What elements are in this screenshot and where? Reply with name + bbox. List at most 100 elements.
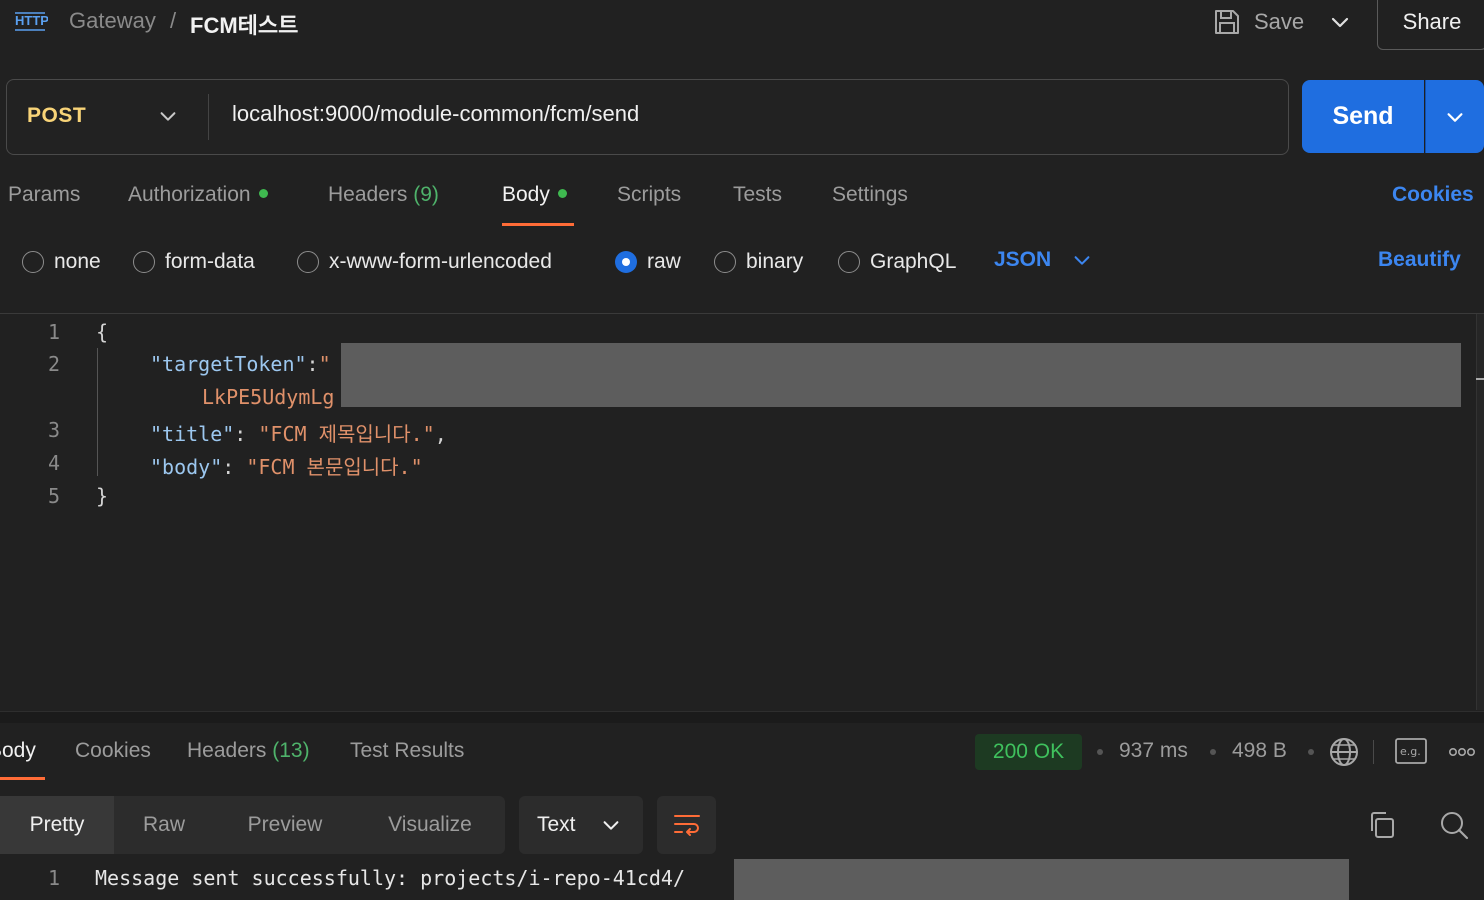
code-line-body: "body": "FCM 본문입니다." (150, 455, 423, 479)
redacted-block (341, 343, 1461, 407)
tab-authorization[interactable]: Authorization (128, 183, 268, 207)
wrap-lines-button[interactable] (657, 796, 716, 854)
method-select[interactable]: POST (7, 80, 207, 153)
example-icon[interactable]: e.g. (1395, 738, 1427, 764)
beautify-button[interactable]: Beautify (1378, 248, 1461, 272)
search-icon[interactable] (1439, 810, 1469, 840)
chevron-down-icon (1074, 256, 1090, 265)
save-options-chevron-icon[interactable] (1328, 10, 1352, 34)
code-line-title: "title": "FCM 제목입니다.", (150, 422, 447, 446)
active-tab-indicator (0, 777, 45, 780)
radio-label: GraphQL (870, 250, 957, 273)
save-button[interactable]: Save (1212, 4, 1304, 40)
response-body-text[interactable]: Message sent successfully: projects/i-re… (95, 866, 685, 890)
tab-tests[interactable]: Tests (733, 183, 782, 207)
pane-splitter[interactable] (0, 711, 1484, 723)
chevron-down-icon (603, 821, 618, 830)
copy-icon[interactable] (1367, 810, 1397, 840)
url-input[interactable]: localhost:9000/module-common/fcm/send (232, 101, 639, 127)
view-tab-preview[interactable]: Preview (228, 796, 342, 854)
request-title[interactable]: FCM테스트 (190, 8, 298, 40)
code-line-token: "targetToken":" (150, 352, 331, 376)
json-string: LkPE5UdymLg (202, 385, 335, 409)
line-number: 3 (47, 418, 60, 442)
tab-params[interactable]: Params (8, 183, 80, 207)
radio-button (22, 251, 44, 273)
tab-headers[interactable]: Headers (9) (328, 183, 439, 207)
view-tab-raw[interactable]: Raw (118, 796, 210, 854)
response-headers-count: (13) (272, 739, 310, 762)
header-bar: HTTP Gateway / FCM테스트 Save Share (0, 0, 1484, 56)
divider (208, 94, 209, 140)
share-button[interactable]: Share (1377, 0, 1484, 50)
line-number: 4 (47, 451, 60, 475)
view-tab-visualize[interactable]: Visualize (366, 796, 494, 854)
chevron-down-icon (1447, 112, 1463, 122)
radio-form-data[interactable]: form-data (133, 248, 255, 276)
tab-authorization-label: Authorization (128, 183, 251, 206)
json-quote: " (318, 352, 331, 376)
response-tab-headers[interactable]: Headers (13) (187, 739, 310, 763)
radio-label: form-data (165, 250, 255, 273)
breadcrumb-parent[interactable]: Gateway (69, 8, 156, 34)
globe-icon[interactable] (1328, 736, 1360, 768)
editor-scrollbar[interactable] (1476, 314, 1484, 710)
response-tab-cookies[interactable]: Cookies (75, 739, 151, 763)
code-close-brace: } (96, 484, 109, 508)
more-icon[interactable] (1448, 742, 1476, 762)
code-line-token-cont: LkPE5UdymLg (202, 385, 334, 409)
tab-body-label: Body (502, 183, 550, 206)
cookies-link[interactable]: Cookies (1392, 183, 1474, 207)
format-label: Text (537, 813, 576, 836)
separator-dot (1210, 749, 1216, 755)
code-open-brace: { (96, 320, 109, 344)
url-bar: POST localhost:9000/module-common/fcm/se… (6, 79, 1289, 155)
send-button[interactable]: Send (1302, 80, 1424, 153)
response-size[interactable]: 498 B (1232, 739, 1287, 763)
svg-text:e.g.: e.g. (1400, 745, 1421, 758)
radio-label: x-www-form-urlencoded (329, 250, 552, 273)
status-dot (258, 188, 268, 198)
response-tab-test-results[interactable]: Test Results (350, 739, 464, 763)
status-dot (557, 188, 567, 198)
status-badge[interactable]: 200 OK (975, 734, 1082, 770)
headers-count: (9) (413, 183, 439, 206)
radio-graphql[interactable]: GraphQL (838, 248, 956, 276)
http-icon: HTTP (15, 12, 48, 31)
breadcrumb-separator: / (170, 8, 177, 33)
json-colon: : (306, 352, 319, 376)
body-format-select[interactable]: JSON (994, 248, 1093, 272)
response-format-select[interactable]: Text (519, 796, 643, 854)
radio-raw[interactable]: raw (615, 248, 681, 276)
save-icon (1215, 10, 1239, 34)
divider (1373, 740, 1374, 764)
json-string: "FCM 본문입니다." (246, 455, 423, 479)
scroll-marker (1476, 378, 1484, 380)
chevron-down-icon (160, 112, 176, 121)
radio-button (838, 251, 860, 273)
view-tab-pretty[interactable]: Pretty (0, 796, 114, 854)
indent-guide (97, 348, 98, 476)
save-label: Save (1254, 9, 1305, 34)
line-number: 5 (47, 484, 60, 508)
json-string: "FCM 제목입니다." (258, 422, 435, 446)
response-tab-headers-label: Headers (187, 739, 267, 762)
wrap-icon (673, 815, 700, 836)
line-number: 1 (47, 320, 60, 344)
radio-label: raw (647, 250, 681, 273)
send-options-button[interactable] (1425, 80, 1484, 153)
tab-settings[interactable]: Settings (832, 183, 908, 207)
response-tab-body[interactable]: Body (0, 739, 36, 763)
redacted-block (734, 859, 1349, 900)
radio-button (714, 251, 736, 273)
separator-dot (1308, 749, 1314, 755)
radio-label: none (54, 250, 101, 273)
tab-scripts[interactable]: Scripts (617, 183, 681, 207)
radio-urlencoded[interactable]: x-www-form-urlencoded (297, 248, 552, 276)
radio-none[interactable]: none (22, 248, 101, 276)
radio-label: binary (746, 250, 804, 273)
format-label: JSON (994, 248, 1052, 271)
tab-body[interactable]: Body (502, 183, 567, 207)
radio-binary[interactable]: binary (714, 248, 803, 276)
response-time[interactable]: 937 ms (1119, 739, 1188, 763)
